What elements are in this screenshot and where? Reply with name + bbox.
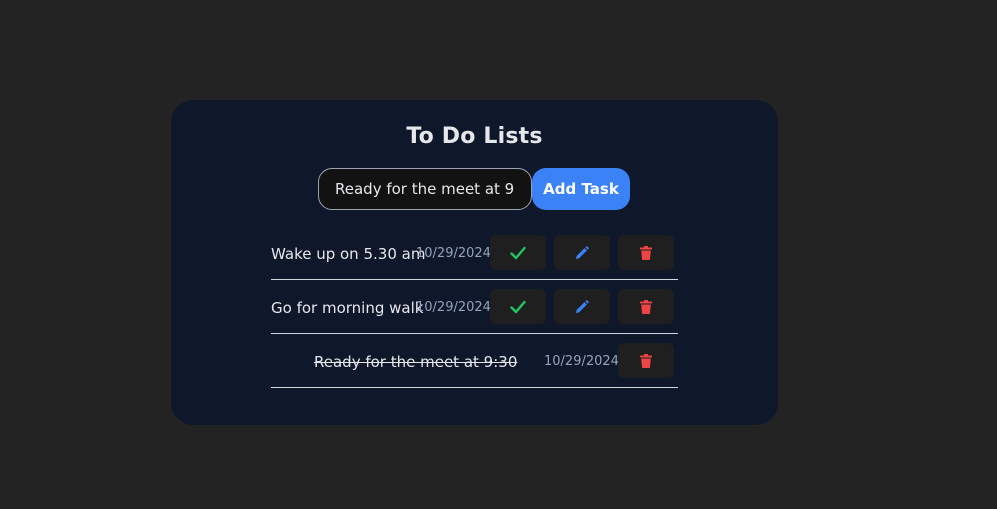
trash-icon (640, 299, 652, 314)
check-icon (510, 246, 526, 259)
trash-icon (640, 353, 652, 368)
task-row: Go for morning walk 10/29/2024 (271, 281, 678, 334)
add-task-form: Add Task (318, 168, 630, 210)
add-task-button[interactable]: Add Task (532, 168, 630, 210)
task-list: Wake up on 5.30 am 10/29/2024 Go for mor… (271, 227, 678, 388)
task-input[interactable] (318, 168, 532, 210)
task-date: 10/29/2024 (416, 246, 491, 261)
task-row: Wake up on 5.30 am 10/29/2024 (271, 227, 678, 280)
task-row: Ready for the meet at 9:30 10/29/2024 (271, 335, 678, 388)
edit-button[interactable] (554, 235, 610, 270)
trash-icon (640, 245, 652, 260)
task-text: Go for morning walk (271, 299, 424, 317)
task-text: Wake up on 5.30 am (271, 245, 426, 263)
complete-button[interactable] (490, 289, 546, 324)
task-text: Ready for the meet at 9:30 (314, 353, 518, 371)
check-icon (510, 300, 526, 313)
complete-button[interactable] (490, 235, 546, 270)
pencil-icon (576, 245, 589, 259)
delete-button[interactable] (618, 289, 674, 324)
page-title: To Do Lists (406, 124, 543, 149)
delete-button[interactable] (618, 235, 674, 270)
task-date: 10/29/2024 (416, 300, 491, 315)
edit-button[interactable] (554, 289, 610, 324)
pencil-icon (576, 299, 589, 313)
task-date: 10/29/2024 (544, 354, 619, 369)
delete-button[interactable] (618, 343, 674, 378)
todo-card: To Do Lists Add Task Wake up on 5.30 am … (171, 100, 778, 425)
